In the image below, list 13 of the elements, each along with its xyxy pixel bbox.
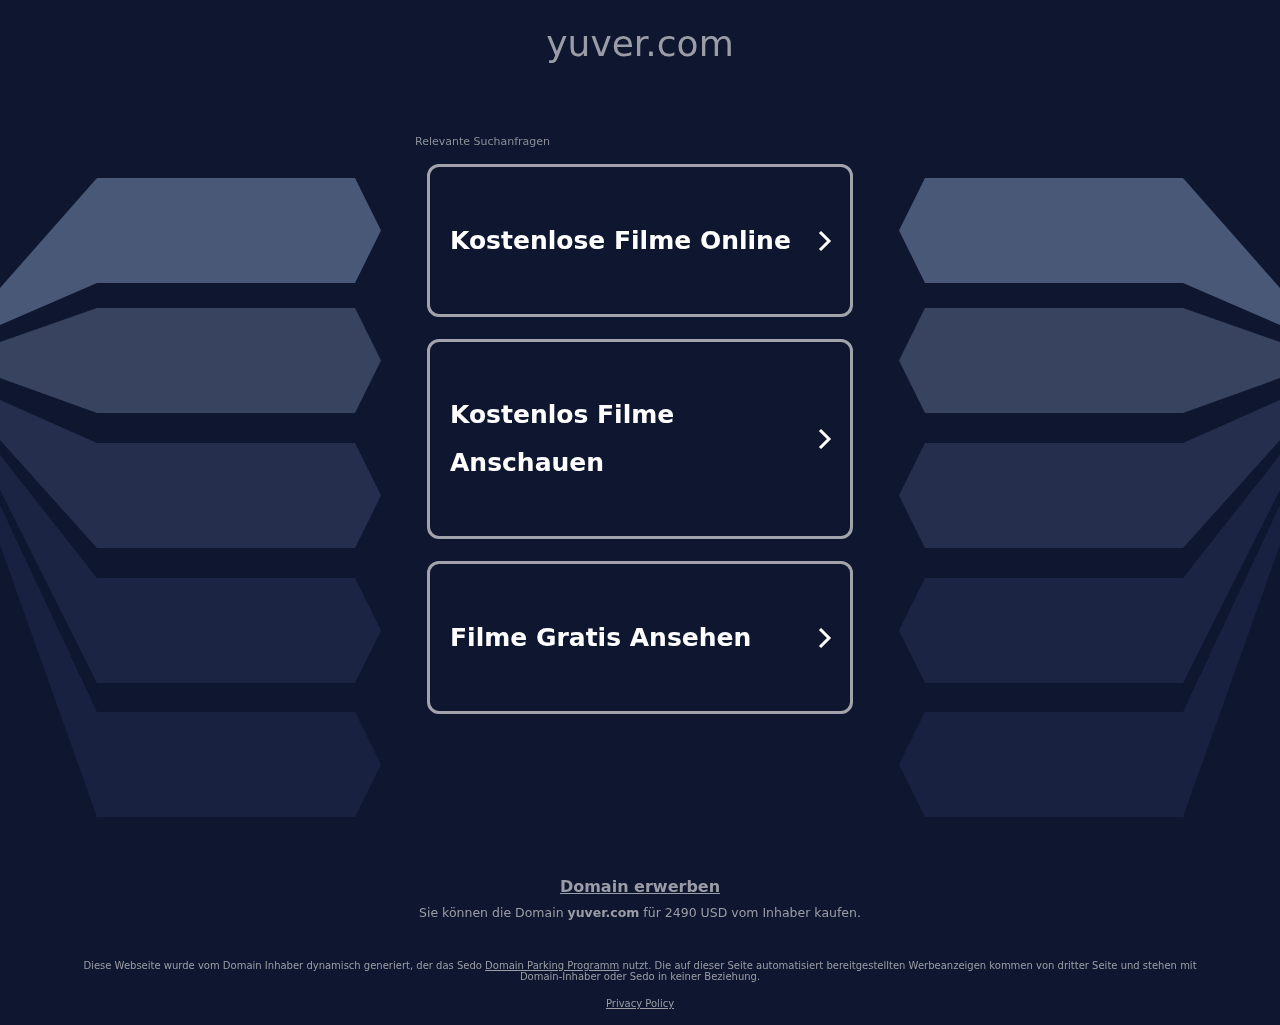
- disclaimer-text: Diese Webseite wurde vom Domain Inhaber dynamisch generiert, der das Sedo Domain Parking Programm nutzt. Die auf dieser Seite automatisiert bereitgestellten Werbeanzeigen kommen von dritter Seite und stehen mit Domain-Inhaber oder Sedo in keiner Beziehung.: [82, 960, 1198, 982]
- search-link[interactable]: Filme Gratis Ansehen: [427, 561, 853, 714]
- chevron-icon: [818, 229, 832, 252]
- privacy-link[interactable]: Privacy Policy: [605, 998, 675, 1009]
- domain-title: yuver.com: [546, 22, 734, 66]
- chevron-icon: [818, 428, 832, 450]
- parking-program-link[interactable]: Domain Parking Programm: [485, 960, 620, 971]
- search-link[interactable]: Kostenlos Filme Anschauen: [427, 339, 853, 539]
- chevron-icon: [818, 626, 832, 649]
- buy-domain-link[interactable]: Domain erwerben: [559, 876, 721, 898]
- offer-text: Sie können die Domain yuver.com für 2490 USD vom Inhaber kaufen.: [419, 904, 861, 922]
- search-link[interactable]: Kostenlose Filme Online: [427, 164, 853, 317]
- section-label: Relevante Suchanfragen: [415, 134, 551, 150]
